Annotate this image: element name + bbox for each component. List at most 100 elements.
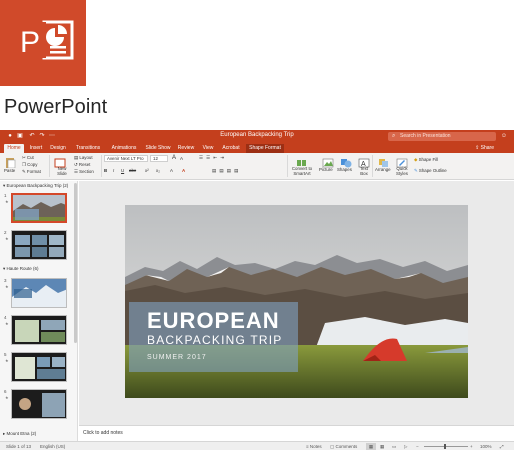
- section-label: Section: [79, 169, 94, 174]
- tab-shape-format[interactable]: Shape Format: [246, 144, 284, 153]
- tab-slide-show[interactable]: Slide Show: [143, 144, 173, 153]
- zoom-in-button[interactable]: +: [470, 443, 473, 450]
- shrink-font-button[interactable]: A: [180, 156, 183, 162]
- section-header[interactable]: ▾ Haute Route (6): [3, 266, 39, 272]
- align-left-icon: ▤: [212, 168, 218, 173]
- tab-home[interactable]: Home: [4, 144, 24, 153]
- arrange-label: Arrange: [375, 167, 391, 172]
- quick-styles-label: Quick Styles: [396, 166, 408, 176]
- text-box-label: Text Box: [359, 166, 369, 176]
- slide-thumbnail-1[interactable]: [11, 193, 67, 223]
- slide-thumbnail-2[interactable]: [11, 230, 67, 260]
- zoom-level[interactable]: 100%: [480, 443, 492, 450]
- superscript-button[interactable]: x²: [145, 168, 149, 174]
- font-size-select[interactable]: 12: [150, 155, 168, 162]
- account-icon[interactable]: ☺: [500, 132, 508, 141]
- slide-thumbnail-3[interactable]: [11, 278, 67, 308]
- paste-icon: [6, 158, 16, 169]
- text-effects-icon[interactable]: A: [170, 168, 173, 174]
- bold-button[interactable]: B: [104, 168, 107, 174]
- strikethrough-button[interactable]: abc: [129, 168, 136, 174]
- picture-label: Picture: [319, 167, 333, 172]
- tab-acrobat[interactable]: Acrobat: [219, 144, 243, 153]
- tab-transitions[interactable]: Transitions: [71, 144, 105, 153]
- app-name: PowerPoint: [4, 96, 108, 118]
- font-color-button[interactable]: A: [182, 168, 185, 174]
- paste-label: Paste: [4, 168, 16, 173]
- slideshow-icon[interactable]: ▷: [404, 443, 407, 450]
- share-button[interactable]: ⇪ Share: [475, 144, 494, 153]
- tab-animations[interactable]: Animations: [107, 144, 141, 153]
- slide-subtitle[interactable]: BACKPACKING TRIP: [147, 333, 282, 347]
- shape-outline-button[interactable]: ✎ Shape Outline: [414, 168, 447, 174]
- section-label: Haute Route (6): [6, 266, 39, 271]
- tab-review[interactable]: Review: [175, 144, 197, 153]
- underline-button[interactable]: U: [121, 168, 124, 174]
- shape-fill-button[interactable]: ◆ Shape Fill: [414, 157, 438, 163]
- ribbon-divider: [287, 155, 288, 177]
- subscript-button[interactable]: x₂: [156, 168, 160, 174]
- notes-button[interactable]: ≡ Notes: [306, 443, 322, 450]
- slide-thumbnail-4[interactable]: [11, 315, 67, 345]
- star-icon: ★: [5, 236, 9, 241]
- shape-fill-label: Shape Fill: [418, 157, 439, 162]
- layout-label: Layout: [79, 155, 93, 160]
- current-slide[interactable]: EUROPEAN BACKPACKING TRIP SUMMER 2017: [125, 205, 468, 398]
- section-label: European Backpacking Trip (2): [6, 183, 69, 188]
- format-painter-button[interactable]: ✎ Format: [22, 169, 41, 175]
- search-input[interactable]: Search in Presentation: [388, 132, 496, 141]
- fit-to-window-icon[interactable]: ⤢: [500, 443, 504, 450]
- copy-button[interactable]: ❐ Copy: [22, 162, 37, 168]
- powerpoint-window: ● ▣ ↶ ↷ ⋯ European Backpacking Trip Sear…: [0, 130, 514, 450]
- slide-thumbnail-5[interactable]: [11, 352, 67, 382]
- zoom-slider-thumb[interactable]: [444, 444, 446, 449]
- section-header[interactable]: ▾ European Backpacking Trip (2): [3, 183, 68, 189]
- cut-button[interactable]: ✂ Cut: [22, 155, 34, 161]
- grow-font-button[interactable]: A: [172, 155, 176, 161]
- section-header[interactable]: ▸ Mount Etna (2): [3, 431, 36, 437]
- comments-button[interactable]: ▢ Comments: [330, 443, 357, 450]
- share-label: Share: [480, 145, 494, 151]
- powerpoint-logo-icon: P: [0, 0, 86, 86]
- slide-thumbnail-6[interactable]: [11, 389, 67, 419]
- alignment-buttons[interactable]: ▤ ▤ ▤ ▤: [212, 168, 239, 174]
- format-label: Format: [26, 169, 41, 174]
- slide-number: 1: [4, 193, 7, 198]
- italic-button[interactable]: I: [113, 168, 114, 174]
- tab-view[interactable]: View: [199, 144, 217, 153]
- slide-number: 6: [4, 389, 7, 394]
- notes-label: Notes: [309, 444, 322, 449]
- comments-label: Comments: [335, 444, 358, 449]
- thumbnail-image: [13, 195, 65, 221]
- slide-title[interactable]: EUROPEAN: [147, 308, 280, 334]
- slide-date[interactable]: SUMMER 2017: [147, 354, 207, 361]
- slide-number: 2: [4, 230, 7, 235]
- tab-design[interactable]: Design: [48, 144, 68, 153]
- slide-sorter-icon[interactable]: ▦: [380, 443, 384, 450]
- tab-insert[interactable]: Insert: [27, 144, 45, 153]
- ribbon-divider: [101, 155, 102, 177]
- zoom-slider-track[interactable]: [424, 446, 468, 447]
- paste-button[interactable]: [4, 155, 18, 169]
- list-buttons[interactable]: ☰ ☰ ⇤ ⇥: [199, 155, 225, 161]
- star-icon: ★: [5, 199, 9, 204]
- slide-thumbnail-panel: ▾ European Backpacking Trip (2) 1 ★ 2 ★ …: [0, 181, 78, 443]
- justify-icon: ▤: [234, 168, 240, 173]
- star-icon: ★: [5, 321, 9, 326]
- zoom-out-button[interactable]: −: [416, 443, 419, 450]
- indent-icon: ⇤: [213, 155, 219, 160]
- normal-view-icon[interactable]: ▦: [366, 443, 376, 450]
- layout-button[interactable]: ▤ Layout: [74, 155, 93, 161]
- thumbnail-image: [12, 316, 66, 344]
- section-button[interactable]: ☰ Section: [74, 169, 94, 175]
- reading-view-icon[interactable]: ▭: [392, 443, 396, 450]
- reset-button[interactable]: ↺ Reset: [74, 162, 90, 168]
- notes-placeholder: Click to add notes: [83, 430, 123, 436]
- status-bar: Slide 1 of 13 English (US) ≡ Notes ▢ Com…: [0, 441, 514, 450]
- thumbnail-image: [12, 279, 66, 307]
- font-name-select[interactable]: Avenir Next LT Pro: [104, 155, 148, 162]
- language-indicator[interactable]: English (US): [40, 443, 65, 450]
- thumbnail-image: [12, 390, 66, 418]
- thumbnail-scrollbar[interactable]: [74, 183, 77, 343]
- new-slide-button[interactable]: [54, 155, 68, 168]
